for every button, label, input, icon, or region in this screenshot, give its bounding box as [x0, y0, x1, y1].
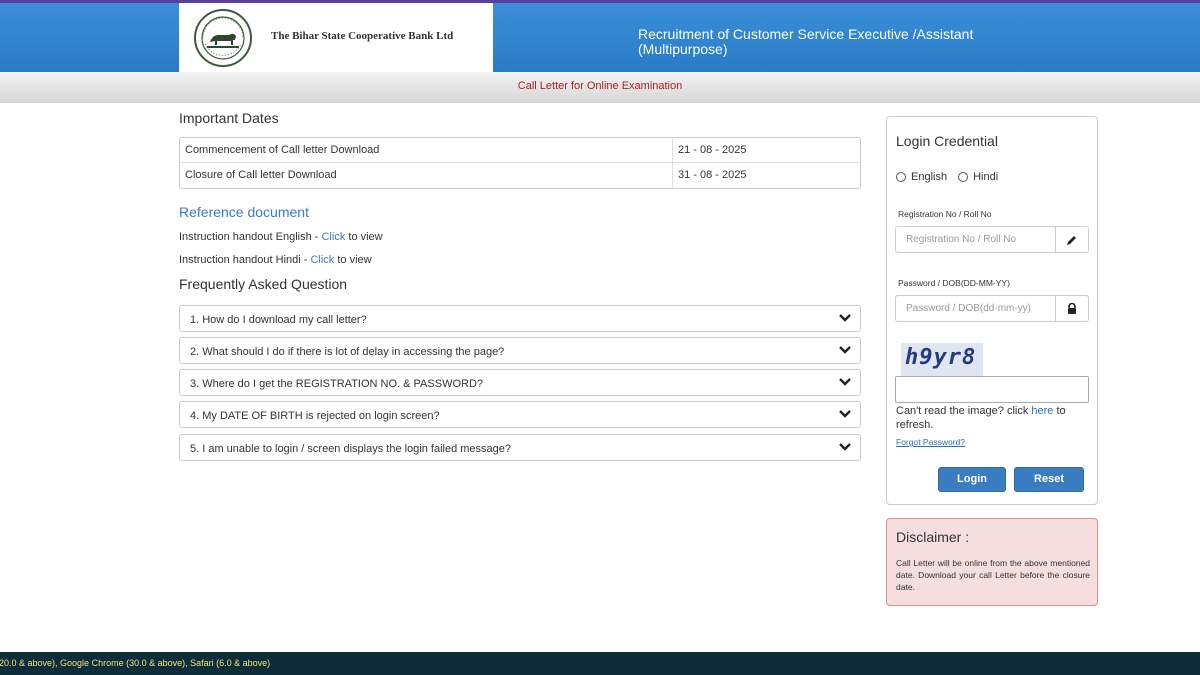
chevron-down-icon — [839, 443, 851, 451]
captcha-text: h9yr8 — [905, 345, 977, 370]
recruitment-title: Recruitment of Customer Service Executiv… — [638, 27, 1018, 57]
captcha-refresh-text: Can't read the image? click here to refr… — [896, 404, 1086, 432]
chevron-down-icon — [839, 314, 851, 322]
registration-input-group — [895, 226, 1089, 253]
captcha-refresh-link[interactable]: here — [1031, 405, 1053, 417]
faq-item[interactable]: 5. I am unable to login / screen display… — [179, 434, 861, 461]
faq-title: Frequently Asked Question — [179, 276, 348, 292]
header: The Bihar State Cooperative Bank Ltd Rec… — [0, 3, 1200, 72]
date-value: 31 - 08 - 2025 — [678, 169, 747, 181]
captcha-input[interactable] — [895, 376, 1089, 403]
registration-input[interactable] — [895, 226, 1056, 253]
instruction-hindi-line: Instruction handout Hindi - Click to vie… — [179, 254, 372, 266]
lock-icon — [1056, 295, 1089, 322]
recruitment-title-line1: Recruitment of Customer Service Executiv… — [638, 26, 974, 42]
password-input-group — [895, 295, 1089, 322]
chevron-down-icon — [839, 410, 851, 418]
disclaimer-body: Call Letter will be online from the abov… — [896, 558, 1090, 592]
faq-question: 2. What should I do if there is lot of d… — [190, 346, 505, 358]
faq-question: 1. How do I download my call letter? — [190, 314, 367, 326]
faq-item[interactable]: 2. What should I do if there is lot of d… — [179, 337, 861, 364]
instruction-hindi-link[interactable]: Click — [310, 254, 334, 266]
recruitment-title-line2: (Multipurpose) — [638, 41, 728, 57]
footer-bar: ox (20.0 & above), Google Chrome (30.0 &… — [0, 652, 1200, 675]
faq-item[interactable]: 1. How do I download my call letter? — [179, 305, 861, 332]
table-row: Closure of Call letter Download 31 - 08 … — [180, 163, 860, 188]
instruction-english-line: Instruction handout English - Click to v… — [179, 231, 383, 243]
captcha-image: h9yr8 — [901, 343, 983, 377]
login-panel: Login Credential English Hindi Registrat… — [886, 116, 1098, 505]
bank-name: The Bihar State Cooperative Bank Ltd — [271, 30, 454, 42]
pencil-icon — [1056, 226, 1089, 253]
hindi-radio[interactable] — [958, 172, 969, 182]
disclaimer-title: Disclaimer : — [896, 529, 970, 545]
english-radio[interactable] — [896, 172, 906, 182]
instruction-hindi-text: Instruction handout Hindi - — [179, 254, 311, 266]
faq-question: 4. My DATE OF BIRTH is rejected on login… — [190, 410, 440, 422]
faq-question: 3. Where do I get the REGISTRATION NO. &… — [190, 378, 484, 390]
reset-button[interactable]: Reset — [1014, 467, 1084, 492]
login-button[interactable]: Login — [938, 467, 1006, 492]
faq-item[interactable]: 3. Where do I get the REGISTRATION NO. &… — [179, 369, 861, 396]
important-dates-title: Important Dates — [179, 110, 279, 126]
forgot-password-link[interactable]: Forgot Password? — [896, 437, 965, 447]
faq-question: 5. I am unable to login / screen display… — [190, 443, 512, 455]
faq-item[interactable]: 4. My DATE OF BIRTH is rejected on login… — [179, 401, 861, 428]
chevron-down-icon — [839, 378, 851, 386]
important-dates-table: Commencement of Call letter Download 21 … — [179, 137, 861, 189]
language-selector: English Hindi — [896, 171, 1009, 183]
page-subtitle: Call Letter for Online Examination — [517, 80, 683, 92]
refresh-prefix: Can't read the image? click — [896, 405, 1032, 417]
instruction-english-link[interactable]: Click — [321, 231, 345, 243]
reference-document-title: Reference document — [179, 204, 309, 220]
chevron-down-icon — [839, 346, 851, 354]
registration-label: Registration No / Roll No — [898, 209, 992, 219]
password-input[interactable] — [895, 295, 1056, 322]
bank-seal-logo — [194, 9, 252, 67]
english-radio-label[interactable]: English — [911, 171, 947, 183]
table-row: Commencement of Call letter Download 21 … — [180, 138, 860, 163]
instruction-english-suffix: to view — [345, 231, 383, 243]
hindi-radio-label[interactable]: Hindi — [973, 171, 998, 183]
date-label: Commencement of Call letter Download — [180, 138, 673, 162]
browser-support-text: ox (20.0 & above), Google Chrome (30.0 &… — [0, 658, 271, 668]
subtitle-bar: Call Letter for Online Examination — [0, 72, 1200, 103]
instruction-english-text: Instruction handout English - — [179, 231, 322, 243]
bank-logo-area: The Bihar State Cooperative Bank Ltd — [179, 3, 493, 72]
date-label: Closure of Call letter Download — [180, 163, 673, 188]
disclaimer-box: Disclaimer : Call Letter will be online … — [886, 518, 1098, 606]
date-value: 21 - 08 - 2025 — [678, 144, 747, 156]
instruction-hindi-suffix: to view — [334, 254, 372, 266]
login-panel-title: Login Credential — [896, 133, 998, 149]
password-label: Password / DOB(DD-MM-YY) — [898, 278, 1010, 288]
